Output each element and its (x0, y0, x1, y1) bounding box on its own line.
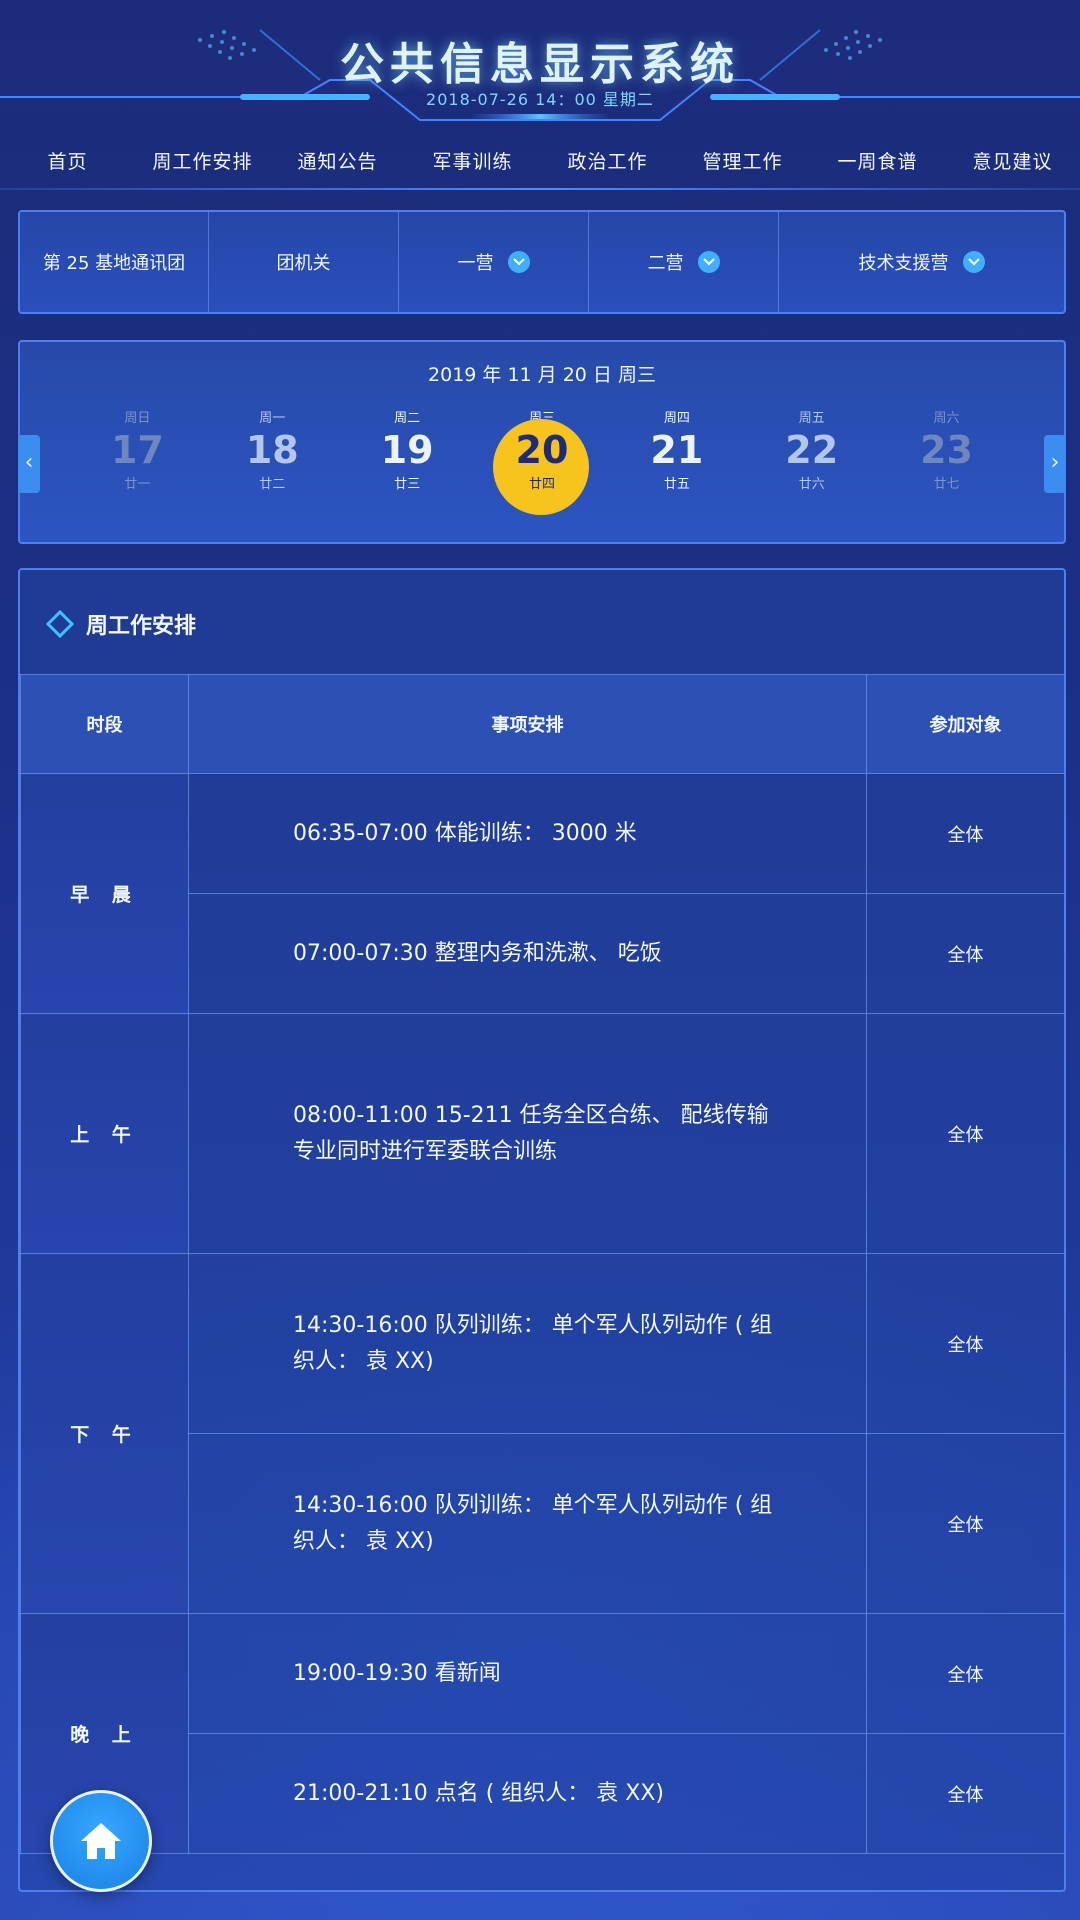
weekly-schedule-panel: 周工作安排 时段 事项安排 参加对象 早 晨 06:35-07:00 体能训练： … (18, 568, 1066, 1892)
panel-title: 周工作安排 (45, 608, 197, 640)
chevron-down-icon[interactable] (697, 251, 720, 273)
table-row: 晚 上 19:00-19:30 看新闻 全体 (20, 1613, 1064, 1854)
participants-cell: 全体 (866, 1613, 1064, 1734)
nav-item-weekly-menu[interactable]: 一周食谱 (810, 144, 945, 188)
calendar-lunar-date: 廿七 (933, 477, 960, 492)
calendar-day-number: 22 (785, 428, 839, 472)
calendar-lunar-date: 廿三 (394, 477, 421, 492)
participants-cell: 全体 (866, 893, 1064, 1014)
org-item-label: 团机关 (276, 253, 331, 274)
calendar-date: 2019 年 11 月 20 日 周三 (428, 364, 656, 386)
participants-cell: 全体 (866, 773, 1064, 894)
nav-item-notices[interactable]: 通知公告 (270, 144, 405, 188)
org-item-label: 技术支援营 (858, 253, 949, 274)
schedule-item-cell: 19:00-19:30 看新闻 (188, 1613, 867, 1734)
home-icon (81, 1823, 121, 1859)
calendar-day-number: 18 (245, 428, 299, 472)
participants-cell: 全体 (866, 1253, 1064, 1434)
participants-cell: 全体 (866, 1013, 1064, 1254)
participants-cell: 全体 (866, 1433, 1064, 1614)
calendar-lunar-date: 廿二 (259, 477, 286, 492)
nav-item-feedback[interactable]: 意见建议 (945, 144, 1080, 188)
calendar-weekday: 周四 (663, 411, 690, 426)
header-datetime: 2018-07-26 14：00 星期二 (426, 90, 654, 109)
participants-cell: 全体 (866, 1733, 1064, 1854)
calendar-day[interactable]: 周二 19 廿三 (357, 407, 457, 517)
table-header-row: 时段 事项安排 参加对象 (20, 674, 1064, 774)
period-cell: 上 午 (20, 1013, 189, 1254)
calendar-lunar-date: 廿一 (124, 477, 151, 492)
schedule-item-cell: 21:00-21:10 点名 ( 组织人： 袁 XX) (188, 1733, 867, 1854)
calendar-day[interactable]: 周日 17 廿一 (87, 407, 187, 517)
schedule-item-cell: 14:30-16:00 队列训练： 单个军人队列动作 ( 组织人： 袁 XX) (188, 1433, 867, 1614)
schedule-item-cell: 06:35-07:00 体能训练： 3000 米 (188, 773, 867, 894)
calendar-lunar-date: 廿四 (528, 477, 555, 492)
calendar-day-number: 23 (920, 428, 973, 472)
column-header-participants: 参加对象 (866, 674, 1064, 774)
org-item-tech-support[interactable]: 技术支援营 (779, 212, 1064, 312)
calendar-lunar-date: 廿六 (798, 477, 825, 492)
main-nav: 首页 周工作安排 通知公告 军事训练 政治工作 管理工作 一周食谱 意见建议 (0, 144, 1080, 188)
calendar-days: 周日17廿一周一18廿二周二19廿三周三20廿四周四21廿五周五22廿六周六23… (70, 407, 1014, 517)
calendar-day-number: 19 (380, 428, 434, 472)
org-item-battalion-2[interactable]: 二营 (589, 212, 779, 312)
table-row: 早 晨 06:35-07:00 体能训练： 3000 米全体 (20, 773, 1064, 1014)
chevron-down-icon[interactable] (962, 251, 985, 273)
table-row: 下 午 14:30-16:00 队列训练： 单个军人队列动作 ( 组织人： 袁 X… (20, 1253, 1064, 1614)
panel-title-text: 周工作安排 (86, 614, 197, 639)
nav-item-home[interactable]: 首页 (0, 144, 135, 188)
schedule-item-cell: 07:00-07:30 整理内务和洗漱、 吃饭 (188, 893, 867, 1014)
schedule-item-cell: 14:30-16:00 队列训练： 单个军人队列动作 ( 组织人： 袁 XX) (188, 1253, 867, 1434)
column-header-item: 事项安排 (188, 674, 867, 774)
nav-item-political-work[interactable]: 政治工作 (540, 144, 675, 188)
page-title: 公共信息显示系统 (340, 39, 740, 90)
column-header-period: 时段 (20, 674, 189, 774)
calendar-weekday: 周六 (933, 411, 960, 426)
calendar-lunar-date: 廿五 (663, 477, 690, 492)
calendar-day-number: 20 (515, 428, 569, 472)
diamond-icon (45, 609, 75, 639)
calendar-day[interactable]: 周五 22 廿六 (762, 407, 862, 517)
home-button[interactable] (50, 1790, 152, 1892)
calendar-day[interactable]: 周三20廿四 (492, 407, 592, 517)
org-item-label: 一营 (457, 253, 494, 274)
schedule-table: 时段 事项安排 参加对象 早 晨 06:35-07:00 体能训练： 3000 米… (20, 674, 1064, 1854)
calendar-day-number: 17 (110, 428, 164, 472)
table-row: 上 午 08:00-11:00 15-211 任务全区合练、 配线传输专业同时进行… (20, 1013, 1064, 1254)
calendar-weekday: 周五 (798, 411, 825, 426)
calendar-day[interactable]: 周四 21 廿五 (627, 407, 727, 517)
org-selector: 第 25 基地通讯团 团机关 一营 二营 技术支援营 (18, 210, 1066, 314)
calendar-day[interactable]: 周一 18 廿二 (222, 407, 322, 517)
org-item-label: 第 25 基地通讯团 (42, 253, 186, 274)
calendar-weekday: 周日 (124, 411, 151, 426)
org-item-headquarters[interactable]: 团机关 (209, 212, 399, 312)
org-item-regiment[interactable]: 第 25 基地通讯团 (20, 212, 209, 312)
schedule-item-cell: 08:00-11:00 15-211 任务全区合练、 配线传输专业同时进行军委联… (188, 1013, 867, 1254)
nav-item-management[interactable]: 管理工作 (675, 144, 810, 188)
prev-week-button[interactable]: ‹ (18, 435, 40, 493)
calendar-weekday: 周一 (259, 411, 286, 426)
next-week-button[interactable]: › (1044, 435, 1066, 493)
calendar-day[interactable]: 周六 23 廿七 (897, 407, 997, 517)
org-item-battalion-1[interactable]: 一营 (399, 212, 589, 312)
period-cell: 早 晨 (20, 773, 189, 1014)
week-calendar: 2019 年 11 月 20 日 周三 ‹ › 周日 17 廿一 周一 18 廿二 周二 19… (18, 340, 1066, 544)
schedule-body: 早 晨 06:35-07:00 体能训练： 3000 米全体 07:00-07:30… (20, 773, 1064, 1854)
nav-item-weekly-schedule[interactable]: 周工作安排 (135, 144, 270, 188)
period-cell: 下 午 (20, 1253, 189, 1614)
header: 公共信息显示系统 2018-07-26 14：00 星期二 (0, 0, 1080, 140)
nav-item-military-training[interactable]: 军事训练 (405, 144, 540, 188)
nav-divider (0, 188, 1080, 190)
calendar-day-number: 21 (650, 428, 704, 472)
org-item-label: 二营 (647, 253, 684, 274)
chevron-down-icon[interactable] (507, 251, 530, 273)
calendar-weekday: 周二 (394, 411, 421, 426)
